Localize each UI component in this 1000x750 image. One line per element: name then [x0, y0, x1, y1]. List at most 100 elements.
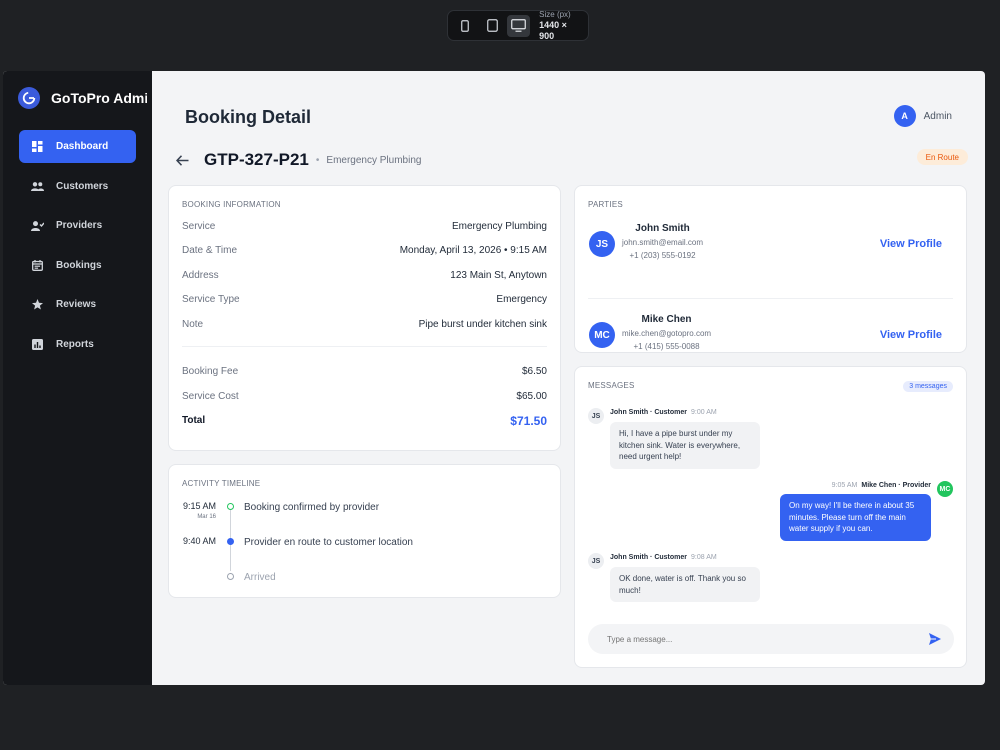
mobile-icon[interactable]: [454, 15, 477, 37]
calendar-icon: [30, 258, 44, 272]
sidebar-item-label: Customers: [56, 180, 109, 192]
separator-dot: •: [315, 154, 320, 166]
party-info: John Smith john.smith@email.com +1 (203)…: [622, 223, 703, 260]
party-phone: +1 (415) 555-0088: [633, 342, 700, 351]
avatar: JS: [588, 408, 604, 424]
info-value: Emergency Plumbing: [451, 220, 547, 232]
total-value: $71.50: [510, 413, 547, 428]
sidebar-item-bookings[interactable]: Bookings: [19, 249, 136, 282]
info-row: Service Emergency Plumbing: [182, 214, 547, 239]
avatar: MC: [937, 481, 953, 497]
user-menu[interactable]: A Admin: [893, 105, 952, 127]
tablet-icon[interactable]: [481, 15, 504, 37]
message-sender: Mike Chen · Provider: [861, 482, 931, 489]
sidebar-item-customers[interactable]: Customers: [19, 170, 136, 203]
info-label: Service: [182, 220, 216, 232]
message-time: 9:08 AM: [691, 554, 717, 561]
view-profile-link[interactable]: View Profile: [880, 329, 942, 341]
fee-label: Booking Fee: [182, 366, 239, 378]
avatar: MC: [589, 322, 615, 348]
total-label: Total: [182, 415, 206, 427]
divider: [182, 345, 547, 347]
card-title: Activity Timeline: [182, 479, 261, 488]
sidebar-item-label: Reports: [56, 338, 94, 350]
info-label: Note: [182, 318, 204, 330]
party-email: john.smith@email.com: [622, 238, 704, 247]
avatar: JS: [589, 231, 615, 257]
timeline-item: Arrived: [182, 571, 547, 606]
message-sender: John Smith · Customer: [610, 409, 688, 416]
sidebar-item-dashboard[interactable]: Dashboard: [19, 130, 136, 163]
timeline-dot-pending: [227, 573, 234, 580]
timeline-dot-done: [227, 503, 234, 510]
brand[interactable]: GoToPro Admi: [3, 87, 152, 109]
card-title: Parties: [588, 200, 623, 209]
card-title: Booking Information: [182, 200, 281, 209]
desktop-icon[interactable]: [507, 14, 531, 37]
party-name: John Smith: [635, 223, 690, 234]
send-icon[interactable]: [928, 632, 942, 646]
card-title: Messages: [588, 381, 635, 390]
party-name: Mike Chen: [641, 314, 692, 325]
message-bubble: OK done, water is off. Thank you so much…: [610, 567, 760, 602]
message-bubble: On my way! I'll be there in about 35 min…: [780, 494, 931, 541]
message-time: 9:05 AM: [831, 482, 858, 489]
info-row: Service Type Emergency: [182, 288, 547, 313]
brand-name: GoToPro Admi: [51, 90, 147, 106]
device-size-readout: Size (px) 1440 × 900: [539, 9, 582, 42]
fee-value: $6.50: [521, 366, 547, 378]
status-badge: En Route: [916, 149, 968, 165]
device-size-value: 1440 × 900: [539, 20, 567, 41]
party-info: Mike Chen mike.chen@gotopro.com +1 (415)…: [622, 314, 711, 351]
sidebar: GoToPro Admi Dashboard Customers Provide…: [3, 71, 152, 685]
user-label: Admin: [923, 110, 952, 122]
view-profile-link[interactable]: View Profile: [880, 238, 942, 250]
sidebar-item-reviews[interactable]: Reviews: [19, 288, 136, 321]
message-meta: 9:05 AM Mike Chen · Provider: [832, 482, 931, 489]
device-toolbar: Size (px) 1440 × 900: [447, 10, 589, 41]
avatar: JS: [588, 553, 604, 569]
avatar: A: [893, 105, 916, 127]
info-value: Pipe burst under kitchen sink: [418, 318, 547, 330]
page-title: Booking Detail: [185, 107, 312, 127]
back-arrow-icon[interactable]: [176, 153, 190, 167]
timeline-text: Provider en route to customer location: [244, 537, 413, 548]
sidebar-item-label: Bookings: [56, 259, 102, 271]
sidebar-item-reports[interactable]: Reports: [19, 328, 136, 361]
user-check-icon: [30, 219, 44, 233]
timeline: 9:15 AM Mar 16 Booking confirmed by prov…: [182, 501, 547, 606]
booking-category: Emergency Plumbing: [326, 154, 422, 166]
parties-card: Parties JS John Smith john.smith@email.c…: [574, 185, 967, 353]
info-value: Emergency: [496, 294, 547, 306]
sidebar-item-providers[interactable]: Providers: [19, 209, 136, 242]
star-icon: [30, 298, 44, 312]
activity-timeline-card: Activity Timeline 9:15 AM Mar 16 Booking…: [168, 464, 561, 598]
total-row: Total $71.50: [182, 409, 547, 434]
timeline-date: Mar 16: [197, 514, 216, 520]
party-phone: +1 (203) 555-0192: [629, 251, 696, 260]
divider: [588, 298, 953, 299]
info-label: Service Type: [182, 294, 240, 306]
fee-label: Service Cost: [182, 390, 239, 402]
messages-card: Messages 3 messages JS John Smith · Cust…: [574, 366, 967, 668]
device-size-label: Size (px): [539, 10, 571, 19]
message-count-badge: 3 messages: [903, 381, 953, 392]
info-label: Address: [182, 269, 219, 281]
timeline-text: Arrived: [244, 572, 276, 583]
fee-value: $65.00: [516, 390, 547, 402]
timeline-item: 9:40 AM Provider en route to customer lo…: [182, 536, 547, 571]
sidebar-item-label: Providers: [56, 220, 103, 231]
grid-icon: [30, 140, 44, 154]
users-icon: [30, 179, 44, 193]
message-meta: John Smith · Customer 9:00 AM: [610, 409, 717, 416]
message-input[interactable]: [588, 624, 954, 654]
party-customer: JS John Smith john.smith@email.com +1 (2…: [588, 223, 953, 298]
info-row: Address 123 Main St, Anytown: [182, 263, 547, 288]
info-value: Monday, April 13, 2026 • 9:15 AM: [399, 245, 547, 257]
chart-icon: [30, 337, 44, 351]
message-meta: John Smith · Customer 9:08 AM: [610, 554, 717, 561]
message-bubble: Hi, I have a pipe burst under my kitchen…: [610, 422, 760, 469]
timeline-dot-current: [227, 538, 234, 545]
logo-icon: [18, 87, 40, 109]
info-row: Date & Time Monday, April 13, 2026 • 9:15…: [182, 239, 547, 264]
